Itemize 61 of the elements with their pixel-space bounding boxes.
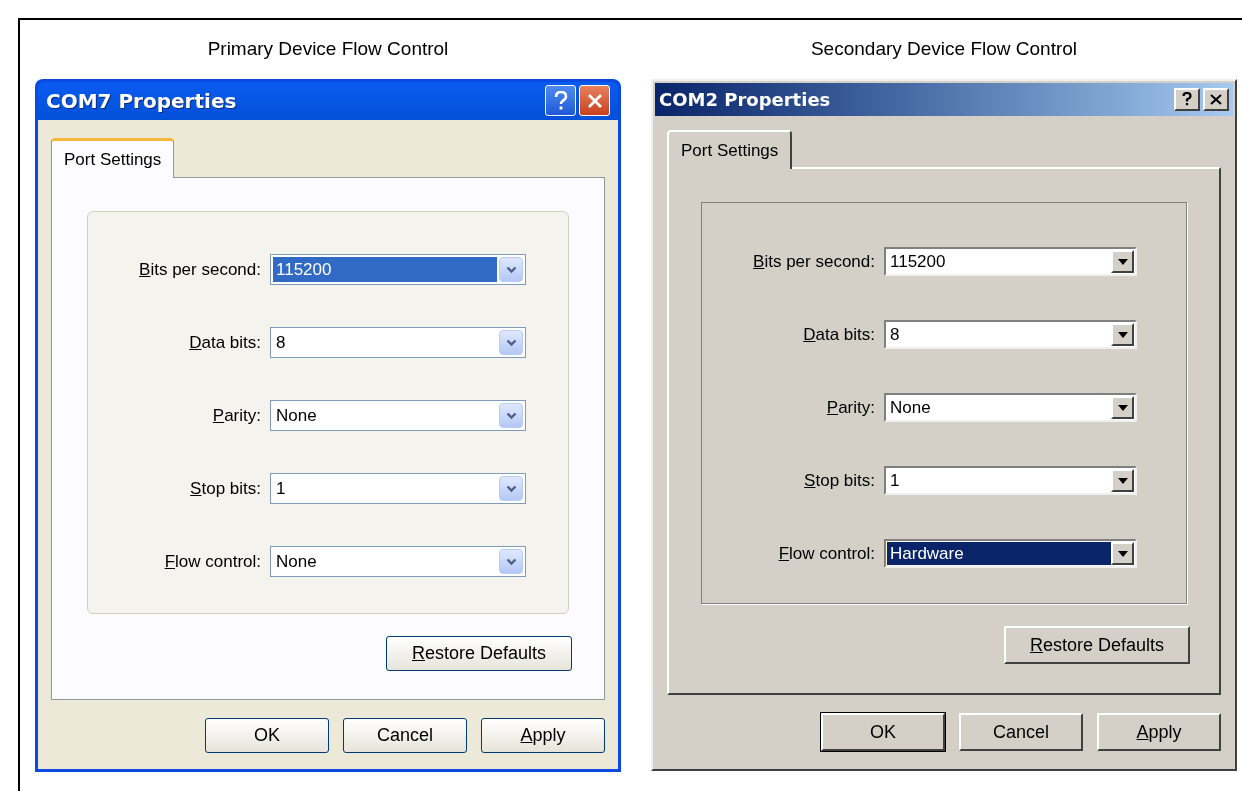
window-title: COM2 Properties [659,87,831,112]
dropdown-value: 8 [889,323,901,346]
question-mark-icon [1182,92,1192,106]
field-label: Data bits: [188,331,262,354]
dialog-button[interactable]: Apply [481,718,605,753]
dropdown[interactable]: None [270,546,526,577]
chevron-down-icon [505,411,517,420]
field-label: Bits per second: [752,250,876,273]
triangle-down-icon [1117,404,1128,411]
field-label: Parity: [211,404,262,427]
close-icon [1210,93,1222,105]
chevron-down-icon [505,265,517,274]
help-button[interactable] [1174,87,1200,111]
field-label: Stop bits: [803,469,876,492]
field-label: Flow control: [777,542,876,565]
dialog-button[interactable]: OK [821,713,945,751]
dropdown-value: 1 [275,477,287,500]
dropdown-value: 115200 [889,250,947,273]
triangle-down-icon [1117,550,1128,557]
field-label: Stop bits: [189,477,262,500]
restore-defaults-button[interactable]: Restore Defaults [1004,626,1190,664]
dropdown-value: Hardware [887,542,1111,565]
close-button[interactable] [1203,87,1229,111]
restore-defaults-button[interactable]: Restore Defaults [386,636,572,671]
field-label: Flow control: [163,550,262,573]
dialog-button[interactable]: Cancel [959,713,1083,751]
chevron-down-icon [505,557,517,566]
tab[interactable]: Port Settings [667,129,793,169]
dialog-button[interactable]: OK [205,718,329,753]
tab[interactable]: Port Settings [51,137,175,178]
dialog-button[interactable]: Apply [1097,713,1221,751]
dropdown-value: 8 [275,331,287,354]
field-label: Bits per second: [138,258,262,281]
triangle-down-icon [1117,331,1128,338]
dropdown[interactable]: Hardware [884,539,1137,568]
chevron-down-icon [505,338,517,347]
dropdown[interactable]: None [270,400,526,431]
field-label: Parity: [825,396,876,419]
question-mark-icon [553,90,568,111]
dropdown[interactable]: 1 [884,466,1137,495]
section-heading: Primary Device Flow Control [207,37,449,61]
field-label: Data bits: [802,323,876,346]
dropdown-value: None [275,550,318,573]
help-button[interactable] [545,85,576,116]
dropdown[interactable]: 1 [270,473,526,504]
triangle-down-icon [1117,258,1128,265]
dropdown-value: None [889,396,932,419]
dropdown[interactable]: 8 [884,320,1137,349]
dropdown[interactable]: 115200 [270,254,526,285]
dialog-button[interactable]: Cancel [343,718,467,753]
dropdown-value: None [275,404,318,427]
dropdown[interactable]: 8 [270,327,526,358]
window-title: COM7 Properties [46,87,237,115]
triangle-down-icon [1117,477,1128,484]
dropdown-value: 1 [889,469,901,492]
dropdown-value: 115200 [273,257,497,282]
dropdown[interactable]: 115200 [884,247,1137,276]
section-heading: Secondary Device Flow Control [810,37,1078,61]
dropdown[interactable]: None [884,393,1137,422]
chevron-down-icon [505,484,517,493]
close-icon [586,92,603,109]
